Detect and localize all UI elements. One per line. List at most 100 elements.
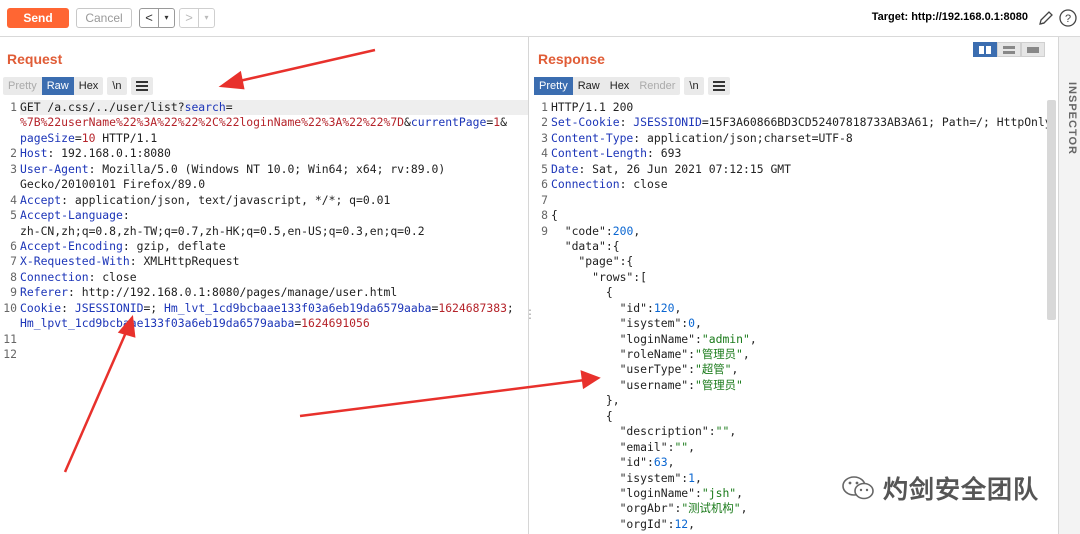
code-line[interactable]: User-Agent: Mozilla/5.0 (Windows NT 10.0… [20, 162, 528, 177]
send-button[interactable]: Send [7, 8, 69, 28]
code-token: Accept-Encoding [20, 238, 123, 253]
code-line[interactable]: { [551, 285, 1047, 300]
newline-toggle[interactable]: \n [684, 77, 704, 95]
layout-stacked-icon[interactable] [997, 42, 1021, 57]
pencil-icon[interactable] [1037, 9, 1055, 27]
line-number: 6 [10, 238, 17, 253]
line-number: 7 [541, 192, 548, 207]
help-icon[interactable]: ? [1059, 9, 1077, 27]
code-token: : 693 [647, 146, 682, 161]
forward-arrow-icon[interactable]: > [180, 9, 199, 27]
code-line[interactable]: Accept-Language: [20, 208, 528, 223]
code-token: "admin" [701, 331, 750, 346]
request-code[interactable]: GET /a.css/../user/list?search= %7B%22use… [20, 100, 528, 362]
code-token: { [551, 408, 613, 423]
back-nav[interactable]: < ▾ [139, 8, 175, 28]
tab-pretty[interactable]: Pretty [3, 77, 42, 95]
code-line[interactable]: "page":{ [551, 254, 1047, 269]
code-line[interactable]: Connection: close [20, 270, 528, 285]
code-line[interactable]: "description":"", [551, 424, 1047, 439]
tab-pretty[interactable]: Pretty [534, 77, 573, 95]
watermark-text: 灼剑安全团队 [883, 476, 1040, 504]
code-token: X-Requested-With [20, 254, 130, 269]
code-line[interactable]: Connection: close [551, 177, 1047, 192]
code-line[interactable]: zh-CN,zh;q=0.8,zh-TW;q=0.7,zh-HK;q=0.5,e… [20, 224, 528, 239]
code-line[interactable]: "isystem":0, [551, 316, 1047, 331]
menu-icon[interactable] [707, 77, 730, 95]
code-line[interactable]: Hm_lpvt_1cd9bcbaae133f03a6eb19da6579aaba… [20, 316, 528, 331]
code-token: , [749, 331, 757, 346]
line-number [531, 424, 548, 439]
code-token: "测试机构" [681, 501, 741, 516]
line-number [531, 316, 548, 331]
code-token: , [695, 316, 702, 331]
forward-dropdown-icon[interactable]: ▾ [199, 9, 214, 27]
code-line[interactable]: Date: Sat, 26 Jun 2021 07:12:15 GMT [551, 162, 1047, 177]
code-line[interactable]: Content-Type: application/json;charset=U… [551, 131, 1047, 146]
response-code[interactable]: HTTP/1.1 200 Set-Cookie: JSESSIONID=15F3A… [551, 100, 1047, 532]
code-line[interactable]: "orgId":12, [551, 517, 1047, 532]
newline-toggle[interactable]: \n [107, 77, 127, 95]
code-token: JSESSIONID [74, 300, 144, 315]
layout-side-by-side-icon[interactable] [973, 42, 997, 57]
code-line[interactable]: "username":"管理员" [551, 378, 1047, 393]
code-line[interactable]: Content-Length: 693 [551, 146, 1047, 161]
code-line[interactable] [20, 332, 528, 347]
tab-raw[interactable]: Raw [573, 77, 605, 95]
code-token: : close [619, 177, 668, 192]
line-number [531, 440, 548, 455]
layout-single-icon[interactable] [1021, 42, 1045, 57]
code-token: Content-Length [551, 146, 648, 161]
line-number [0, 115, 17, 130]
code-line[interactable]: Referer: http://192.168.0.1:8080/pages/m… [20, 285, 528, 300]
back-arrow-icon[interactable]: < [140, 9, 159, 27]
inspector-label[interactable]: INSPECTOR [1060, 82, 1078, 155]
response-editor[interactable]: 123456789 HTTP/1.1 200 Set-Cookie: JSESSI… [531, 100, 1047, 534]
code-line[interactable]: %7B%22userName%22%3A%22%22%2C%22loginNam… [20, 115, 528, 130]
code-line[interactable]: GET /a.css/../user/list?search= [20, 100, 528, 116]
code-line[interactable]: "loginName":"admin", [551, 332, 1047, 347]
code-line[interactable]: "data":{ [551, 239, 1047, 254]
pane-divider[interactable] [528, 37, 529, 534]
tab-render[interactable]: Render [634, 77, 680, 95]
code-token: JSESSIONID [633, 115, 702, 130]
code-line[interactable]: }, [551, 393, 1047, 408]
scrollbar[interactable] [1047, 100, 1056, 320]
code-line[interactable]: "rows":[ [551, 270, 1047, 285]
line-number: 7 [10, 254, 17, 269]
target-label[interactable]: Target: http://192.168.0.1:8080 [872, 11, 1028, 23]
code-line[interactable]: "code":200, [551, 224, 1047, 239]
code-line[interactable]: Accept: application/json, text/javascrip… [20, 193, 528, 208]
code-line[interactable]: "roleName":"管理员", [551, 347, 1047, 362]
code-line[interactable] [551, 193, 1047, 208]
code-line[interactable]: Accept-Encoding: gzip, deflate [20, 239, 528, 254]
code-line[interactable]: Cookie: JSESSIONID=; Hm_lvt_1cd9bcbaae13… [20, 301, 528, 316]
line-number [0, 177, 17, 192]
code-token: "code": [551, 223, 613, 238]
back-dropdown-icon[interactable]: ▾ [159, 9, 174, 27]
code-line[interactable]: "userType":"超管", [551, 362, 1047, 377]
forward-nav[interactable]: > ▾ [179, 8, 215, 28]
tab-hex[interactable]: Hex [605, 77, 635, 95]
code-line[interactable]: Set-Cookie: JSESSIONID=15F3A60866BD3CD52… [551, 115, 1047, 130]
svg-text:?: ? [1065, 13, 1071, 25]
code-line[interactable]: Host: 192.168.0.1:8080 [20, 146, 528, 161]
request-editor[interactable]: 1 2 3 4 5 6 7 8 9 10 11 12 GET /a.css/../user/list?… [0, 100, 528, 534]
tab-raw[interactable]: Raw [41, 77, 74, 95]
code-line[interactable]: { [551, 409, 1047, 424]
code-line[interactable]: HTTP/1.1 200 [551, 100, 1047, 115]
code-line[interactable]: { [551, 208, 1047, 223]
code-line[interactable]: "email":"", [551, 440, 1047, 455]
code-line[interactable]: X-Requested-With: XMLHttpRequest [20, 254, 528, 269]
menu-icon[interactable] [130, 77, 153, 95]
code-token: , [695, 470, 702, 485]
code-line[interactable]: pageSize=10 HTTP/1.1 [20, 131, 528, 146]
code-token: "description": [551, 424, 716, 439]
code-line[interactable] [20, 347, 528, 362]
tab-hex[interactable]: Hex [74, 77, 104, 95]
code-line[interactable]: Gecko/20100101 Firefox/89.0 [20, 177, 528, 192]
line-number: 1 [541, 100, 548, 114]
code-line[interactable]: "id":120, [551, 301, 1047, 316]
code-line[interactable]: "id":63, [551, 455, 1047, 470]
cancel-button[interactable]: Cancel [76, 8, 132, 28]
